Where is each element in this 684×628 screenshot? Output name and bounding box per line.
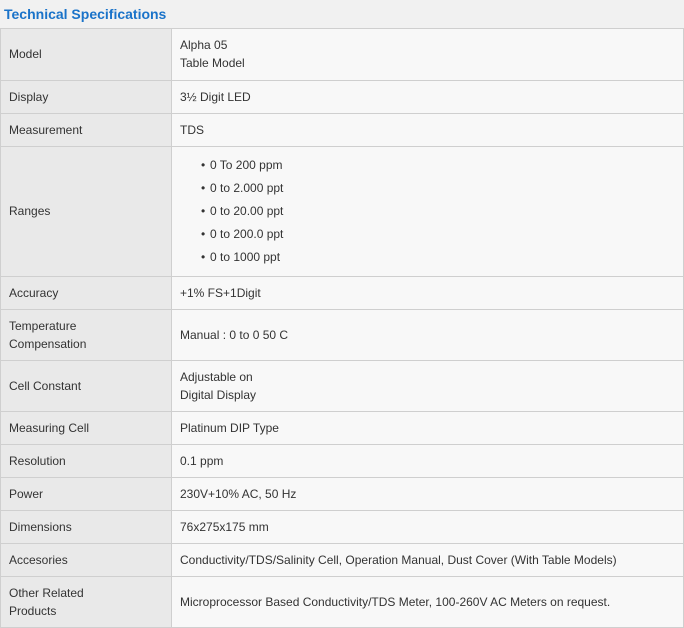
list-item-text: 0 to 200.0 ppt: [210, 226, 284, 241]
spec-label: Other Related Products: [0, 575, 172, 628]
spec-row-dimensions: Dimensions 76x275x175 mm: [0, 509, 684, 544]
list-item: • 0 To 200 ppm: [201, 154, 675, 177]
spec-value: Manual : 0 to 0 50 C: [171, 308, 684, 361]
bullet-icon: •: [201, 203, 206, 218]
spec-value: Platinum DIP Type: [171, 410, 684, 445]
spec-value: Adjustable on Digital Display: [171, 359, 684, 412]
list-item: • 0 to 1000 ppt: [201, 246, 675, 269]
list-item: • 0 to 2.000 ppt: [201, 177, 675, 200]
spec-row-other-related-products: Other Related Products Microprocessor Ba…: [0, 575, 684, 628]
spec-row-accesories: Accesories Conductivity/TDS/Salinity Cel…: [0, 542, 684, 577]
spec-row-resolution: Resolution 0.1 ppm: [0, 443, 684, 478]
spec-label: Resolution: [0, 443, 172, 478]
spec-value: 0.1 ppm: [171, 443, 684, 478]
bullet-icon: •: [201, 226, 206, 241]
spec-row-model: Model Alpha 05 Table Model: [0, 29, 684, 81]
spec-value: Microprocessor Based Conductivity/TDS Me…: [171, 575, 684, 628]
list-item: • 0 to 20.00 ppt: [201, 200, 675, 223]
spec-row-cell-constant: Cell Constant Adjustable on Digital Disp…: [0, 359, 684, 412]
spec-label: Accuracy: [0, 275, 172, 310]
section-title: Technical Specifications: [0, 0, 684, 29]
bullet-icon: •: [201, 157, 206, 172]
spec-value: • 0 To 200 ppm • 0 to 2.000 ppt • 0 to 20.0…: [171, 145, 684, 277]
spec-label: Dimensions: [0, 509, 172, 544]
spec-label: Measuring Cell: [0, 410, 172, 445]
spec-label: Temperature Compensation: [0, 308, 172, 361]
list-item-text: 0 to 20.00 ppt: [210, 203, 284, 218]
spec-label: Cell Constant: [0, 359, 172, 412]
spec-value: 230V+10% AC, 50 Hz: [171, 476, 684, 511]
spec-label: Model: [0, 29, 172, 81]
spec-value: 76x275x175 mm: [171, 509, 684, 544]
spec-row-measuring-cell: Measuring Cell Platinum DIP Type: [0, 410, 684, 445]
spec-row-power: Power 230V+10% AC, 50 Hz: [0, 476, 684, 511]
spec-label: Accesories: [0, 542, 172, 577]
bullet-icon: •: [201, 180, 206, 195]
spec-label: Measurement: [0, 112, 172, 147]
spec-value: Conductivity/TDS/Salinity Cell, Operatio…: [171, 542, 684, 577]
list-item-text: 0 to 1000 ppt: [210, 249, 281, 264]
spec-value: TDS: [171, 112, 684, 147]
list-item-text: 0 To 200 ppm: [210, 157, 283, 172]
spec-label: Power: [0, 476, 172, 511]
spec-row-accuracy: Accuracy +1% FS+1Digit: [0, 275, 684, 310]
ranges-list: • 0 To 200 ppm • 0 to 2.000 ppt • 0 to 20.0…: [180, 154, 675, 269]
spec-value: Alpha 05 Table Model: [171, 29, 684, 81]
spec-row-ranges: Ranges • 0 To 200 ppm • 0 to 2.000 ppt • 0 …: [0, 145, 684, 277]
bullet-icon: •: [201, 249, 206, 264]
spec-row-measurement: Measurement TDS: [0, 112, 684, 147]
spec-value: 3½ Digit LED: [171, 79, 684, 114]
spec-table: Model Alpha 05 Table Model Display 3½ Di…: [0, 29, 684, 628]
spec-label: Display: [0, 79, 172, 114]
spec-row-display: Display 3½ Digit LED: [0, 79, 684, 114]
list-item: • 0 to 200.0 ppt: [201, 223, 675, 246]
spec-value: +1% FS+1Digit: [171, 275, 684, 310]
spec-label: Ranges: [0, 145, 172, 277]
list-item-text: 0 to 2.000 ppt: [210, 180, 284, 195]
spec-row-temperature-compensation: Temperature Compensation Manual : 0 to 0…: [0, 308, 684, 361]
